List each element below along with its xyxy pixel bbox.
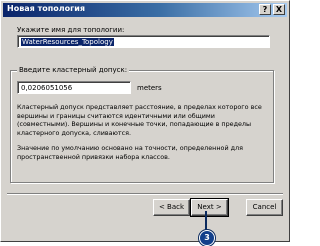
cluster-tolerance-description: Кластерный допуск представляет расстояни… <box>17 103 262 137</box>
window-title: Новая топология <box>7 4 86 13</box>
title-bar[interactable]: Новая топология ? X <box>3 3 287 17</box>
new-topology-dialog: Новая топология ? X Укажите имя для топо… <box>0 0 290 242</box>
cancel-button[interactable]: Cancel <box>246 199 283 216</box>
button-separator <box>7 193 283 195</box>
next-button[interactable]: Next > <box>190 198 229 217</box>
cluster-tolerance-label: Введите кластерный допуск: <box>17 66 130 74</box>
cluster-tolerance-input[interactable]: 0,0206051056 <box>17 81 131 94</box>
close-button[interactable]: X <box>273 4 285 15</box>
default-value-note: Значение по умолчанию основано на точнос… <box>17 144 243 161</box>
callout-pointer-line <box>205 211 207 231</box>
back-button[interactable]: < Back <box>153 199 190 216</box>
topology-name-value: WaterResources_Topology <box>21 38 114 46</box>
topology-name-input[interactable]: WaterResources_Topology <box>17 35 270 48</box>
help-button[interactable]: ? <box>259 4 271 15</box>
tolerance-units-label: meters <box>137 84 162 92</box>
step-number-marker: 3 <box>199 230 215 246</box>
topology-name-label: Укажите имя для топологии: <box>17 26 125 34</box>
